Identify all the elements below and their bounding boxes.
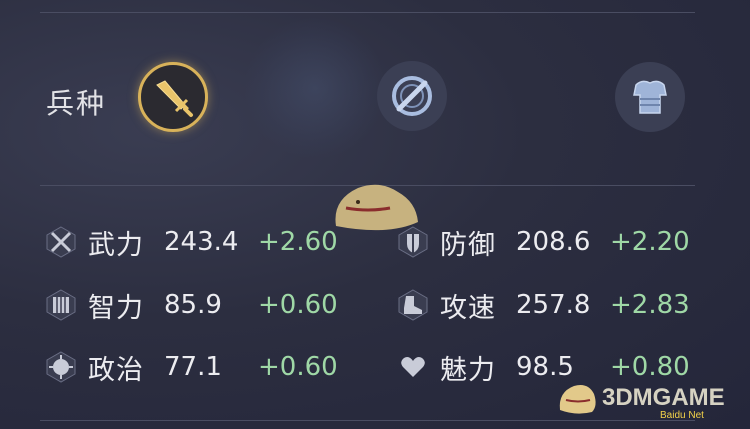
stat-name: 政治: [88, 354, 144, 386]
book-icon: [44, 288, 78, 322]
stat-name: 魅力: [440, 354, 496, 386]
watermark-text: 3DMGAME: [602, 384, 725, 411]
stat-name: 智力: [88, 292, 144, 324]
mascot-watermark-icon: [335, 184, 418, 231]
stat-bonus: +2.20: [610, 227, 690, 257]
sword-icon: [156, 80, 193, 117]
stat-row-defense: 防御 208.6 +2.20: [396, 222, 690, 262]
stat-row-intelligence: 智力 85.9 +0.60: [44, 285, 338, 325]
stat-bonus: +2.83: [610, 290, 690, 320]
top-divider: [40, 12, 695, 13]
heart-icon: [396, 350, 430, 384]
troop-type-label: 兵种: [46, 87, 107, 120]
stat-value: 257.8: [516, 290, 591, 320]
stat-value: 85.9: [164, 290, 222, 320]
mascot-logo-icon: [559, 385, 596, 414]
bottom-divider: [40, 420, 695, 421]
stat-bonus: +0.60: [258, 352, 338, 382]
stat-value: 243.4: [164, 227, 239, 257]
stat-value: 77.1: [164, 352, 222, 382]
politics-icon: [44, 350, 78, 384]
troop-shield-button[interactable]: [377, 61, 447, 131]
stat-bonus: +0.80: [610, 352, 690, 382]
stat-value: 98.5: [516, 352, 574, 382]
armor-icon: [633, 80, 667, 114]
background-halo: [245, 18, 385, 158]
stat-name: 攻速: [440, 292, 496, 324]
stat-bonus: +0.60: [258, 290, 338, 320]
stat-row-attack-speed: 攻速 257.8 +2.83: [396, 285, 690, 325]
stat-bonus: +2.60: [258, 227, 338, 257]
crossed-swords-icon: [44, 225, 78, 259]
stat-name: 防御: [440, 229, 496, 261]
boot-icon: [396, 288, 430, 322]
troop-armor-button[interactable]: [615, 62, 685, 132]
troop-sword-button[interactable]: [138, 62, 208, 132]
watermark-subtext: Baidu Net: [660, 410, 704, 421]
stat-value: 208.6: [516, 227, 591, 257]
stat-row-force: 武力 243.4 +2.60: [44, 222, 338, 262]
stat-row-politics: 政治 77.1 +0.60: [44, 347, 338, 387]
shield-sword-icon: [392, 76, 432, 116]
stat-name: 武力: [88, 229, 144, 261]
